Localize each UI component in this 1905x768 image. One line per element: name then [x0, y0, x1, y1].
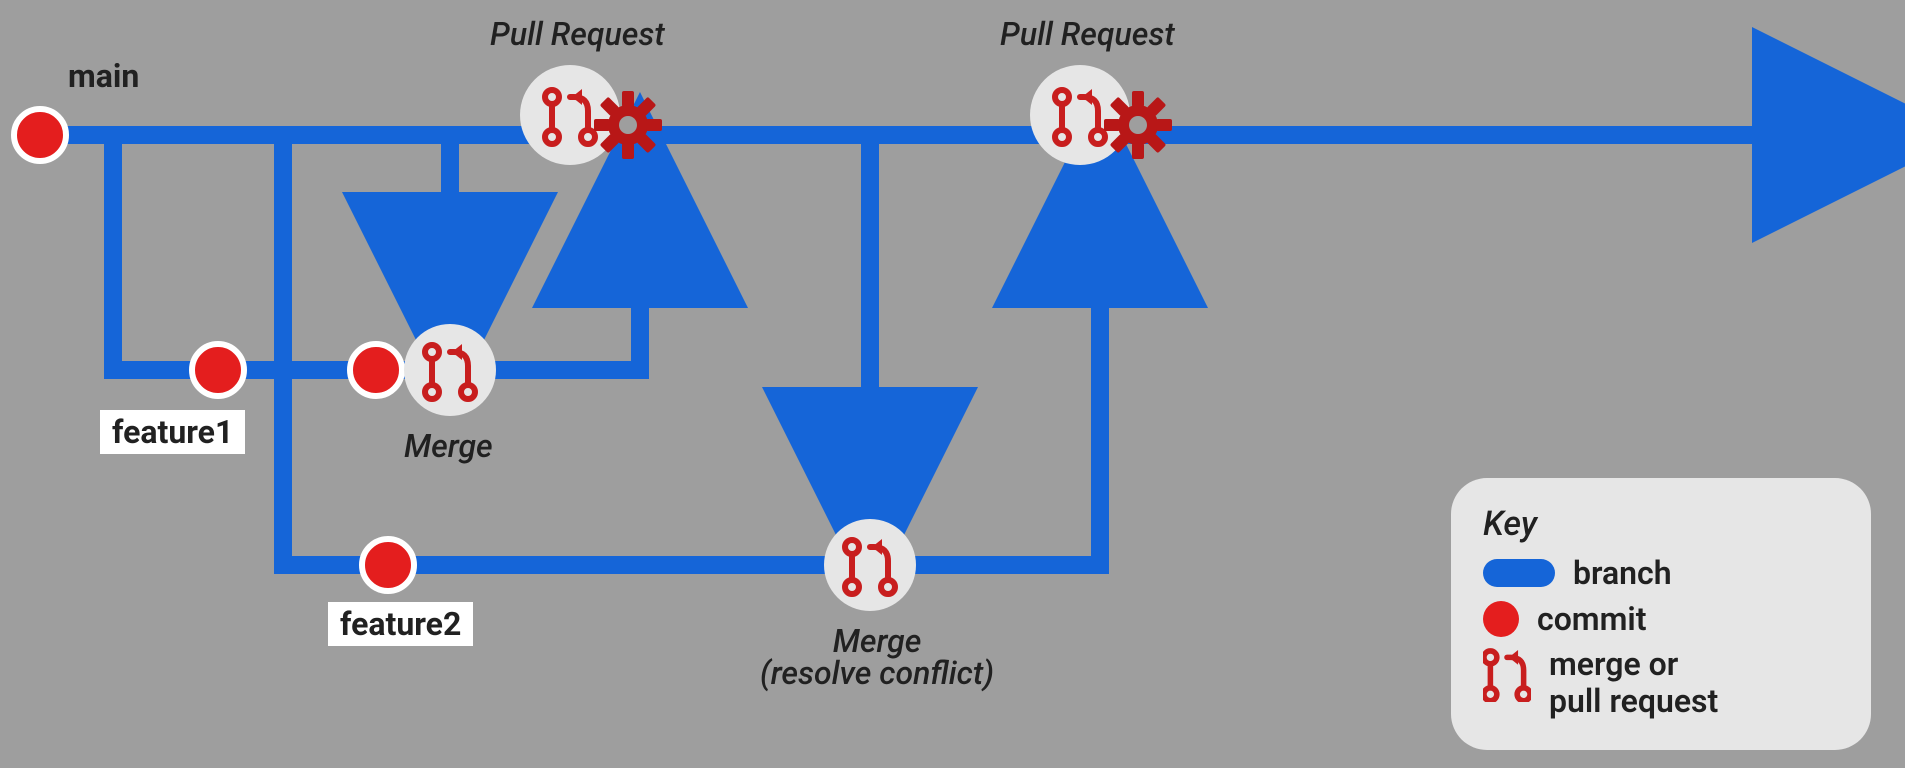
text-pr1: Pull Request — [490, 15, 665, 53]
text-pr2: Pull Request — [1000, 15, 1175, 53]
text-merge: Merge — [404, 427, 493, 465]
merge-node-feature2 — [824, 519, 916, 611]
legend-text-commit: commit — [1537, 600, 1646, 638]
commit-origin — [14, 109, 66, 161]
legend-text-branch: branch — [1573, 554, 1672, 592]
label-feature1: feature1 — [100, 410, 245, 454]
label-main: main — [68, 60, 139, 92]
legend-row-commit: commit — [1483, 600, 1839, 638]
commit-feature1-pre — [350, 344, 402, 396]
legend: Key branch commit merge or pull request — [1451, 478, 1871, 750]
label-pr-2: Pull Request — [1000, 18, 1175, 50]
pull-request-node-1 — [520, 65, 676, 173]
label-feature2: feature2 — [328, 602, 473, 646]
label-merge: Merge — [404, 430, 493, 462]
text-merge2-l2: (resolve conflict) — [760, 654, 994, 692]
commit-swatch-icon — [1483, 601, 1519, 637]
pull-request-node-2 — [1030, 65, 1186, 173]
legend-row-pr: merge or pull request — [1483, 646, 1839, 720]
commits — [14, 109, 414, 591]
legend-title: Key — [1483, 504, 1839, 544]
commit-feature1 — [192, 344, 244, 396]
merge-node-feature1 — [404, 324, 496, 416]
commit-feature2 — [362, 539, 414, 591]
pr-swatch-icon — [1483, 646, 1531, 702]
label-merge-resolve: Merge (resolve conflict) — [760, 625, 994, 689]
branch-swatch-icon — [1483, 559, 1555, 587]
legend-row-branch: branch — [1483, 554, 1839, 592]
legend-text-pr: merge or pull request — [1549, 646, 1718, 720]
label-pr-1: Pull Request — [490, 18, 665, 50]
